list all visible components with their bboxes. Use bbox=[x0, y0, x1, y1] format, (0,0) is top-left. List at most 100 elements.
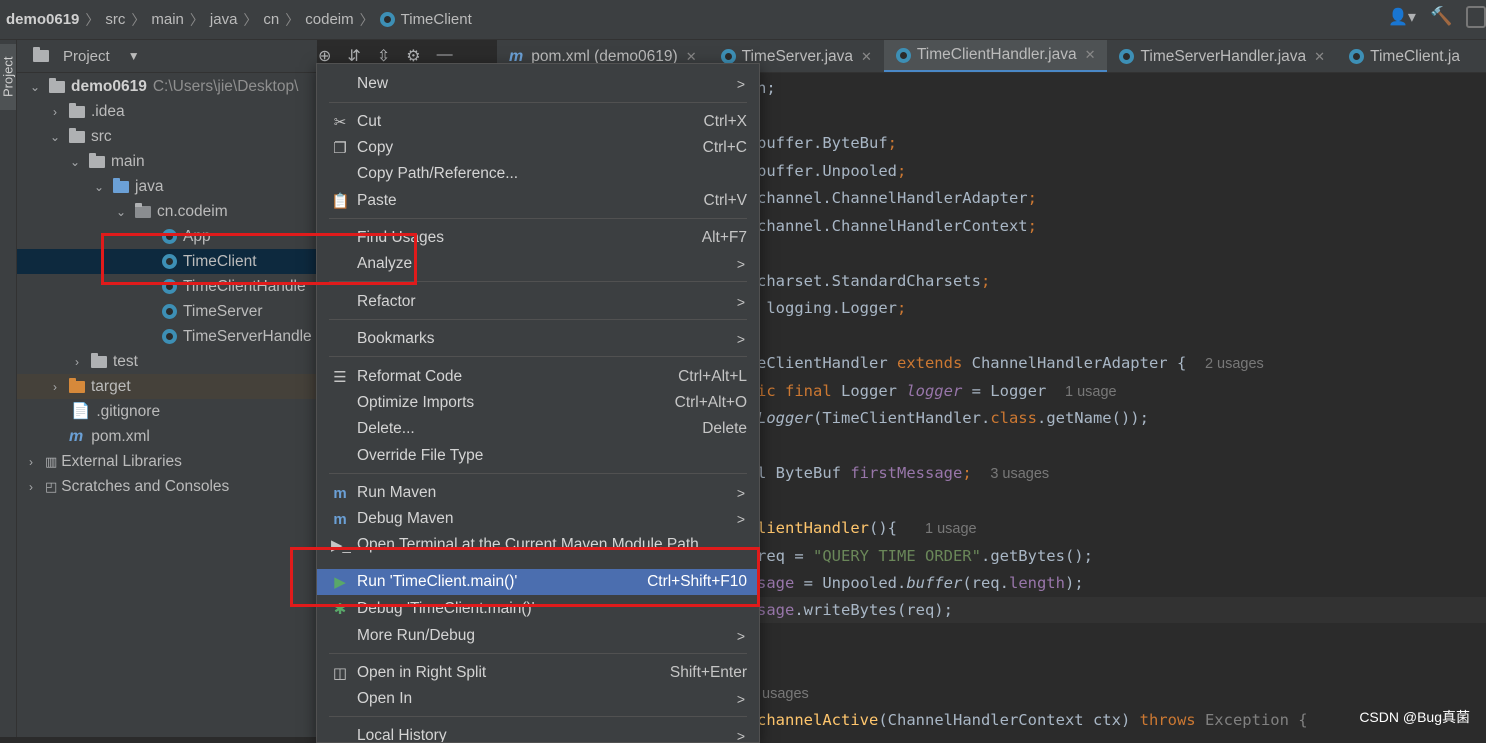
menu-item-override-file-type[interactable]: Override File Type bbox=[317, 443, 759, 469]
code-line: l ByteBuf firstMessage; 3 usages bbox=[757, 460, 1049, 486]
chevron-right-icon: 〉 bbox=[360, 10, 374, 30]
close-icon[interactable]: ✕ bbox=[861, 49, 872, 65]
menu-separator bbox=[329, 473, 747, 474]
breadcrumb-item-cn[interactable]: cn bbox=[263, 11, 279, 28]
java-class-icon bbox=[896, 48, 911, 63]
run-config-icon[interactable] bbox=[1466, 6, 1486, 28]
usages-hint[interactable]: 1 usage bbox=[1065, 384, 1117, 400]
tree-item-timeserver[interactable]: TimeServer bbox=[17, 299, 317, 324]
tree-item-root[interactable]: ⌄ demo0619C:\Users\jie\Desktop\ bbox=[17, 74, 317, 99]
menu-item-delete[interactable]: Delete...Delete bbox=[317, 416, 759, 442]
usages-hint[interactable]: 1 usage bbox=[925, 521, 977, 537]
java-class-icon bbox=[1349, 49, 1364, 64]
chevron-right-icon: 〉 bbox=[285, 10, 299, 30]
menu-item-refactor[interactable]: Refactor> bbox=[317, 289, 759, 315]
breadcrumb-item-src[interactable]: src bbox=[105, 11, 125, 28]
tab-label: TimeClientHandler.java bbox=[917, 46, 1077, 64]
chevron-down-icon[interactable]: ⌄ bbox=[29, 80, 41, 94]
tree-item-label: cn.codeim bbox=[157, 203, 228, 221]
tree-item-idea[interactable]: › .idea bbox=[17, 99, 317, 124]
menu-item-copy[interactable]: ❐CopyCtrl+C bbox=[317, 135, 759, 161]
breadcrumb-item-file[interactable]: TimeClient bbox=[401, 11, 472, 28]
tab-timeclienthandler[interactable]: TimeClientHandler.java ✕ bbox=[884, 40, 1108, 73]
tree-item-test[interactable]: ›test bbox=[17, 349, 317, 374]
menu-item-bookmarks[interactable]: Bookmarks> bbox=[317, 326, 759, 352]
tree-item-external-libraries[interactable]: ›▥External Libraries bbox=[17, 449, 317, 474]
chevron-down-icon[interactable]: ⌄ bbox=[93, 180, 105, 194]
menu-item-open-in[interactable]: Open In> bbox=[317, 686, 759, 712]
tree-item-src[interactable]: ⌄src bbox=[17, 124, 317, 149]
code-line: channel.ChannelHandlerAdapter; bbox=[757, 185, 1037, 211]
project-panel-title[interactable]: Project bbox=[63, 48, 110, 65]
menu-separator bbox=[329, 102, 747, 103]
chevron-right-icon: > bbox=[737, 511, 745, 527]
chevron-right-icon[interactable]: › bbox=[49, 105, 61, 119]
tab-timeclient[interactable]: TimeClient.ja bbox=[1337, 40, 1472, 73]
folder-icon bbox=[69, 131, 85, 143]
menu-separator bbox=[329, 218, 747, 219]
chevron-right-icon: > bbox=[737, 76, 745, 92]
context-menu: New> ✂CutCtrl+X ❐CopyCtrl+C Copy Path/Re… bbox=[316, 63, 760, 743]
menu-item-new[interactable]: New> bbox=[317, 71, 759, 97]
tree-item-java[interactable]: ⌄ java bbox=[17, 174, 317, 199]
menu-item-open-right-split[interactable]: ◫Open in Right SplitShift+Enter bbox=[317, 660, 759, 686]
chevron-right-icon[interactable]: › bbox=[25, 480, 37, 494]
breadcrumb-item-codeim[interactable]: codeim bbox=[305, 11, 353, 28]
menu-item-run-maven[interactable]: mRun Maven> bbox=[317, 480, 759, 506]
tree-item-timeserverhandler[interactable]: TimeServerHandle bbox=[17, 324, 317, 349]
chevron-right-icon[interactable]: › bbox=[25, 455, 37, 469]
code-line: logging.Logger; bbox=[757, 295, 906, 321]
root-path: C:\Users\jie\Desktop\ bbox=[153, 78, 299, 96]
menu-item-paste[interactable]: 📋PasteCtrl+V bbox=[317, 188, 759, 214]
tree-item-label: .idea bbox=[91, 103, 125, 121]
tool-window-stripe bbox=[0, 40, 17, 737]
hammer-icon[interactable]: 🔨 bbox=[1430, 6, 1452, 28]
breadcrumb-item-main[interactable]: main bbox=[151, 11, 184, 28]
split-icon: ◫ bbox=[331, 664, 349, 682]
project-tool-window-button[interactable]: Project bbox=[0, 44, 16, 110]
usages-hint[interactable]: 2 usages bbox=[1205, 356, 1264, 372]
code-line: buffer.Unpooled; bbox=[757, 158, 906, 184]
menu-item-cut[interactable]: ✂CutCtrl+X bbox=[317, 109, 759, 135]
java-class-icon bbox=[162, 304, 177, 319]
tree-item-pom[interactable]: mpom.xml bbox=[17, 424, 317, 449]
annotation-box-run-main bbox=[290, 547, 760, 607]
breadcrumb: demo0619〉 src〉 main〉 java〉 cn〉 codeim〉 T… bbox=[0, 0, 1486, 40]
tab-timeserverhandler[interactable]: TimeServerHandler.java✕ bbox=[1107, 40, 1337, 73]
menu-item-reformat-code[interactable]: ☰Reformat CodeCtrl+Alt+L bbox=[317, 364, 759, 390]
java-class-icon bbox=[162, 329, 177, 344]
tree-item-gitignore[interactable]: 📄.gitignore bbox=[17, 399, 317, 424]
breadcrumb-item-project[interactable]: demo0619 bbox=[6, 11, 79, 28]
user-icon[interactable]: 👤▾ bbox=[1388, 7, 1416, 27]
chevron-down-icon[interactable]: ⌄ bbox=[115, 205, 127, 219]
tree-item-label: java bbox=[135, 178, 163, 196]
copy-icon: ❐ bbox=[331, 139, 349, 157]
menu-item-local-history[interactable]: Local History> bbox=[317, 723, 759, 743]
usages-hint[interactable]: 3 usages bbox=[990, 466, 1049, 482]
close-icon[interactable]: ✕ bbox=[1314, 49, 1325, 65]
tree-item-package[interactable]: ⌄ cn.codeim bbox=[17, 199, 317, 224]
chevron-right-icon[interactable]: › bbox=[49, 380, 61, 394]
chevron-down-icon[interactable]: ⌄ bbox=[69, 155, 81, 169]
chevron-down-icon[interactable]: ⌄ bbox=[49, 130, 61, 144]
usages-hint[interactable]: usages bbox=[762, 686, 809, 702]
tree-item-main[interactable]: ⌄main bbox=[17, 149, 317, 174]
chevron-down-icon[interactable]: ▼ bbox=[128, 49, 140, 63]
maven-icon: m bbox=[69, 428, 83, 446]
breadcrumb-item-java[interactable]: java bbox=[210, 11, 238, 28]
package-icon bbox=[135, 206, 151, 218]
menu-item-copy-path[interactable]: Copy Path/Reference... bbox=[317, 161, 759, 187]
tree-item-scratches[interactable]: ›◰Scratches and Consoles bbox=[17, 474, 317, 499]
close-icon[interactable]: ✕ bbox=[1085, 47, 1096, 63]
paste-icon: 📋 bbox=[331, 192, 349, 210]
tree-item-target[interactable]: ›target bbox=[17, 374, 317, 399]
menu-item-optimize-imports[interactable]: Optimize ImportsCtrl+Alt+O bbox=[317, 390, 759, 416]
folder-icon bbox=[89, 156, 105, 168]
annotation-box-timeclient bbox=[101, 233, 417, 285]
code-line: req = "QUERY TIME ORDER".getBytes(); bbox=[757, 543, 1093, 569]
gitignore-file-icon: 📄 bbox=[71, 402, 90, 421]
chevron-right-icon[interactable]: › bbox=[71, 355, 83, 369]
menu-separator bbox=[329, 319, 747, 320]
menu-item-debug-maven[interactable]: mDebug Maven> bbox=[317, 506, 759, 532]
menu-item-more-run-debug[interactable]: More Run/Debug> bbox=[317, 623, 759, 649]
